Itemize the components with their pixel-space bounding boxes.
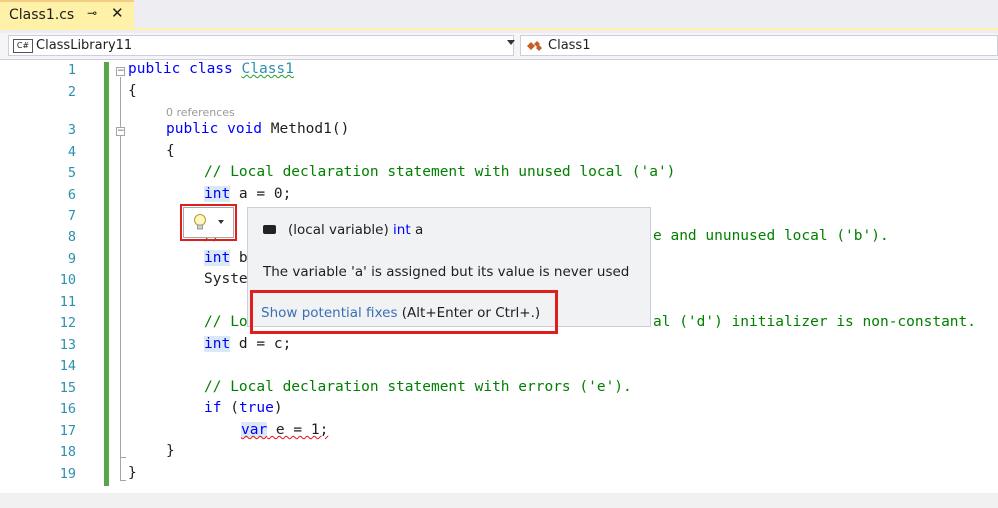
keyword: public class — [128, 61, 242, 77]
line-number: 1 — [67, 62, 76, 78]
pin-icon[interactable]: ⊸ — [87, 6, 97, 20]
keyword: true — [238, 400, 274, 416]
change-tracking-bar — [104, 62, 109, 486]
statement: a = 0; — [230, 186, 292, 202]
punctuation: ( — [221, 400, 239, 416]
line-number: 18 — [59, 444, 76, 460]
line-number: 7 — [67, 208, 76, 224]
code-line-12-left: // Lo — [204, 314, 248, 330]
signature-type: int — [393, 222, 411, 238]
line-number: 12 — [59, 315, 76, 331]
punctuation: ) — [273, 400, 283, 416]
keyword: if — [204, 400, 222, 416]
code-line-4: { — [166, 143, 175, 159]
keyword: int — [204, 186, 231, 202]
navigation-bar: C# ClassLibrary11 Class1 — [0, 33, 998, 60]
outline-guide-end — [120, 457, 126, 458]
project-name: ClassLibrary11 — [36, 38, 133, 53]
statement: b — [230, 250, 248, 266]
code-line-9: int b — [204, 250, 248, 266]
keyword: var — [241, 422, 268, 438]
class-name: Class1 — [548, 38, 591, 53]
lightbulb-icon — [194, 214, 206, 230]
code-line-2: { — [128, 83, 137, 99]
signature-name: a — [410, 222, 424, 238]
line-number: 6 — [67, 187, 76, 203]
keyword: public void — [166, 121, 271, 137]
symbol-signature: (local variable) int a — [288, 222, 423, 238]
editor-bottom-edge — [0, 493, 998, 508]
tab-class1-cs[interactable]: Class1.cs ⊸ ✕ — [0, 0, 134, 28]
local-variable-icon — [263, 225, 276, 234]
code-line-5: // Local declaration statement with unus… — [204, 164, 676, 180]
code-line-12-right: al ('d') initializer is non-constant. — [653, 314, 977, 330]
outline-guide-end — [120, 480, 126, 481]
code-line-18: } — [166, 443, 175, 459]
line-number: 15 — [59, 380, 76, 396]
line-number: 2 — [67, 84, 76, 100]
lightbulb-button[interactable] — [183, 207, 234, 238]
class-icon — [527, 41, 542, 51]
code-line-1: public class Class1 — [128, 61, 294, 77]
csharp-project-icon: C# — [13, 39, 33, 53]
line-number: 10 — [59, 272, 76, 288]
line-number: 3 — [67, 122, 76, 138]
collapse-toggle-class[interactable]: − — [116, 67, 125, 76]
code-line-8-right: e and ununused local ('b'). — [653, 228, 889, 244]
line-number: 11 — [59, 294, 76, 310]
type-dropdown[interactable]: Class1 — [520, 35, 998, 56]
code-line-19: } — [128, 465, 137, 481]
class-identifier: Class1 — [241, 61, 294, 77]
tab-underline — [0, 28, 998, 30]
chevron-down-icon[interactable] — [507, 40, 515, 45]
line-number: 5 — [67, 165, 76, 181]
code-line-16: if (true) — [204, 400, 283, 416]
collapse-toggle-method[interactable]: − — [116, 127, 125, 136]
line-number: 14 — [59, 358, 76, 374]
code-line-10: Syste — [204, 271, 248, 287]
codelens-references[interactable]: 0 references — [166, 106, 235, 119]
signature-prefix: (local variable) — [288, 222, 394, 238]
line-number: 16 — [59, 401, 76, 417]
line-number: 19 — [59, 466, 76, 482]
statement: d = c; — [230, 336, 292, 352]
code-line-3: public void Method1() — [166, 121, 349, 137]
code-line-6: int a = 0; — [204, 186, 291, 202]
code-line-15: // Local declaration statement with erro… — [204, 379, 632, 395]
line-number: 8 — [67, 229, 76, 245]
line-number: 13 — [59, 337, 76, 353]
line-number: 17 — [59, 423, 76, 439]
code-line-13: int d = c; — [204, 336, 291, 352]
chevron-down-icon[interactable] — [218, 220, 224, 224]
close-icon[interactable]: ✕ — [111, 4, 124, 22]
fix-link-highlight — [250, 290, 558, 334]
method-signature: Method1() — [270, 121, 350, 137]
line-number: 9 — [67, 251, 76, 267]
line-number: 4 — [67, 144, 76, 160]
keyword: int — [204, 250, 231, 266]
outline-guide — [120, 137, 121, 457]
diagnostic-message: The variable 'a' is assigned but its val… — [263, 264, 630, 280]
project-dropdown[interactable]: C# ClassLibrary11 — [8, 35, 515, 56]
statement: e = 1; — [267, 422, 329, 438]
keyword: int — [204, 336, 231, 352]
code-line-17: var e = 1; — [241, 422, 328, 438]
tab-title: Class1.cs — [9, 7, 75, 23]
